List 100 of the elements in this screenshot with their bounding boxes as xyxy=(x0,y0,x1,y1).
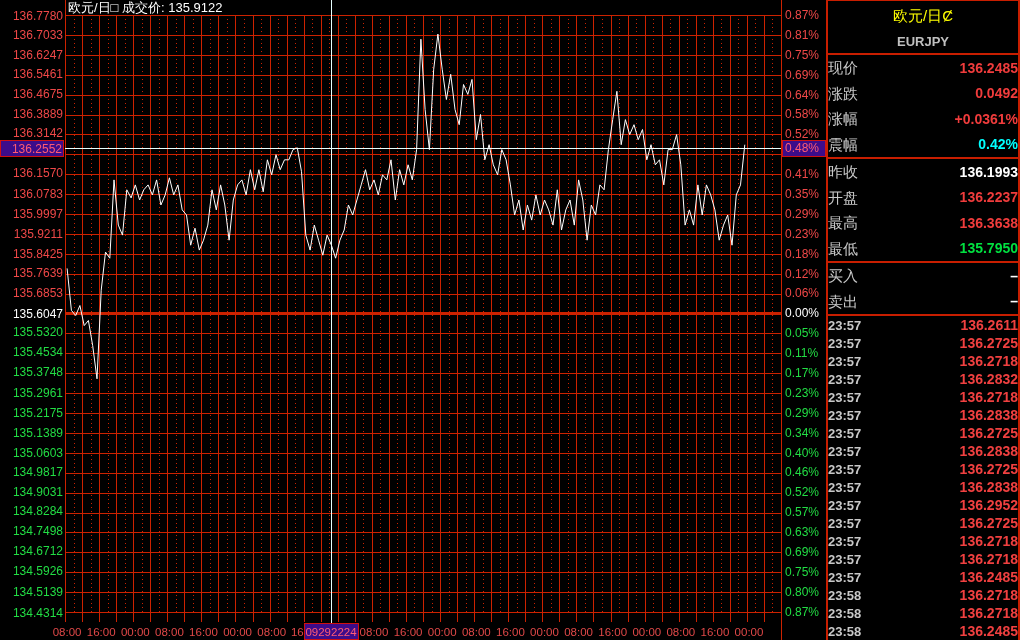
time-axis-label: 16:00 xyxy=(496,626,525,638)
tick-time: 23:57 xyxy=(828,335,862,351)
price-axis-label: 135.6047 xyxy=(12,307,63,321)
price-axis-label: 136.5461 xyxy=(12,67,63,82)
quote-value: – xyxy=(1010,293,1018,310)
tick-price: 136.2838 xyxy=(959,479,1018,495)
price-axis-label: 134.6712 xyxy=(12,544,63,559)
time-axis-label: 08:00 xyxy=(257,626,287,638)
tick-price: 136.2725 xyxy=(959,461,1018,477)
tick-price: 136.2485 xyxy=(959,569,1018,585)
tick-time: 23:57 xyxy=(828,371,862,387)
price-axis-label: 134.7498 xyxy=(12,524,63,539)
tick-time: 23:57 xyxy=(828,443,862,459)
time-axis-label: 00:00 xyxy=(530,626,559,638)
quote-label: 最低 xyxy=(828,239,858,257)
price-axis-label: 135.6853 xyxy=(12,286,63,301)
quote-value: 136.3638 xyxy=(959,214,1018,231)
percent-axis-label: 0.69% xyxy=(784,545,820,559)
price-axis-label: 135.3748 xyxy=(12,365,63,380)
percent-axis-label: 0.06% xyxy=(784,286,820,301)
tick-time: 23:58 xyxy=(828,605,862,621)
price-axis-label: 135.8425 xyxy=(12,246,63,261)
quote-label: 昨收 xyxy=(828,163,858,181)
percent-axis-label: 0.11% xyxy=(784,346,819,361)
tick-price: 136.2725 xyxy=(959,335,1018,351)
tick-time: 23:57 xyxy=(828,569,862,585)
quote-label: 涨幅 xyxy=(828,110,858,128)
time-axis-label: 08:00 xyxy=(564,626,593,638)
percent-axis-label: 0.75% xyxy=(784,564,820,579)
percent-axis-label: 0.69% xyxy=(784,67,820,82)
price-axis-label: 136.1570 xyxy=(12,166,63,181)
tick-time: 23:57 xyxy=(828,425,862,441)
cursor-percent-label: 0.48% xyxy=(782,139,826,157)
percent-axis-label: 0.18% xyxy=(784,246,820,261)
percent-axis-label: 0.17% xyxy=(784,365,820,380)
price-axis-label: 135.7639 xyxy=(12,266,63,281)
tick-time: 23:58 xyxy=(828,623,862,639)
percent-axis-label: 0.00% xyxy=(784,306,820,321)
price-axis-label: 134.9817 xyxy=(12,465,63,480)
cursor-price-label: 136.2552 xyxy=(0,140,64,157)
tick-time: 23:57 xyxy=(828,461,862,477)
quote-value: +0.0361% xyxy=(954,110,1018,127)
percent-axis-label: 0.23% xyxy=(784,385,820,400)
tick-price: 136.2718 xyxy=(959,551,1018,567)
time-axis-label: 00:00 xyxy=(427,626,457,638)
time-axis-label: 00:00 xyxy=(223,626,252,638)
tick-price: 136.2718 xyxy=(959,389,1018,405)
price-axis-label: 134.5139 xyxy=(12,584,63,599)
quote-value: 0.42% xyxy=(978,136,1018,153)
percent-axis-label: 0.40% xyxy=(784,445,820,460)
tick-time: 23:57 xyxy=(828,533,862,549)
price-axis-label: 134.5926 xyxy=(12,564,63,579)
price-axis-label: 135.2175 xyxy=(12,405,63,420)
price-axis-label: 135.1389 xyxy=(12,425,63,440)
price-axis-label: 136.6247 xyxy=(12,47,63,62)
price-axis-label: 136.7780 xyxy=(12,8,63,23)
price-axis-label: 136.3889 xyxy=(12,107,63,122)
price-axis-label: 135.9997 xyxy=(12,206,63,221)
percent-axis-label: 0.05% xyxy=(784,326,820,341)
tick-time: 23:57 xyxy=(828,551,862,567)
price-axis-label: 134.8284 xyxy=(12,504,63,519)
tick-price: 136.2832 xyxy=(959,371,1018,387)
time-axis-label: 16:00 xyxy=(86,626,116,638)
time-axis-label: 16:00 xyxy=(189,626,218,638)
price-axis-label: 135.5320 xyxy=(12,325,63,340)
chart-title: 欧元/日□ 成交价: 135.9122 xyxy=(68,0,223,15)
price-axis-label: 136.3142 xyxy=(12,126,63,141)
quote-label: 现价 xyxy=(828,59,858,77)
percent-axis-label: 0.57% xyxy=(784,505,820,520)
percent-axis-label: 0.12% xyxy=(784,266,820,281)
time-axis-label: 16:00 xyxy=(598,626,628,638)
percent-axis-label: 0.81% xyxy=(784,27,820,42)
price-axis-label: 134.9031 xyxy=(12,485,63,500)
cursor-time-label: 09292224 xyxy=(304,623,359,640)
quote-label: 涨跌 xyxy=(828,84,858,102)
time-axis-label: 08:00 xyxy=(52,626,82,638)
percent-axis-label: 0.75% xyxy=(784,47,820,62)
percent-axis-label: 0.58% xyxy=(784,107,820,122)
quote-value: 136.2237 xyxy=(959,189,1018,206)
price-axis-label: 135.9211 xyxy=(13,226,63,241)
quote-value: 136.1993 xyxy=(959,163,1018,180)
time-axis-label: 08:00 xyxy=(666,626,696,638)
time-axis-label: 16:00 xyxy=(393,626,423,638)
tick-price: 136.2725 xyxy=(959,515,1018,531)
percent-axis-label: 0.80% xyxy=(784,584,820,599)
tick-time: 23:57 xyxy=(828,389,862,405)
percent-axis-label: 0.23% xyxy=(784,226,820,241)
tick-time: 23:57 xyxy=(828,353,862,369)
price-axis-label: 135.0603 xyxy=(12,445,63,460)
percent-axis-label: 0.52% xyxy=(784,485,820,500)
time-axis-label: 08:00 xyxy=(155,626,184,638)
quote-value: 136.2485 xyxy=(959,59,1018,76)
price-axis-label: 136.0783 xyxy=(12,186,63,201)
quote-label: 开盘 xyxy=(828,188,858,206)
symbol-title: 欧元/日Ȼ xyxy=(893,7,953,24)
tick-price: 136.2611 xyxy=(960,317,1018,333)
time-axis-label: 08:00 xyxy=(461,626,491,638)
tick-price: 136.2485 xyxy=(959,623,1018,639)
tick-time: 23:57 xyxy=(828,317,862,333)
percent-axis-label: 0.63% xyxy=(784,525,820,540)
